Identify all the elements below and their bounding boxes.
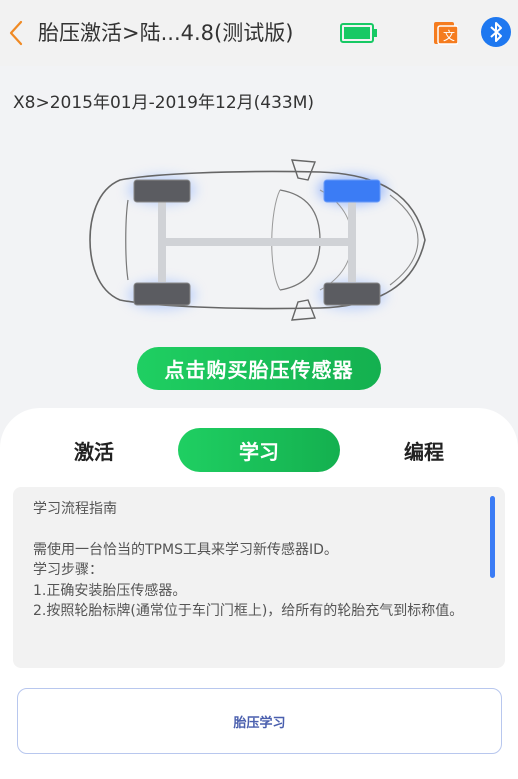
car-diagram [80, 150, 435, 330]
guide-line: 需使用一台恰当的TPMS工具来学习新传感器ID。 [33, 541, 338, 558]
wheel-rear-right [323, 282, 381, 306]
guide-line: 1.正确安装胎压传感器。 [33, 582, 187, 599]
wheel-rear-left [133, 282, 191, 306]
wheel-front-left [133, 179, 191, 203]
guide-line: 2.按照轮胎标牌(通常位于车门门框上)，给所有的轮胎充气到标称值。 [33, 603, 464, 619]
tpms-learn-button[interactable]: 胎压学习 [17, 688, 502, 754]
top-bar: 胎压激活>陆...4.8(测试版) 文 [0, 0, 518, 66]
svg-text:文: 文 [443, 28, 455, 43]
guide-title: 学习流程指南 [33, 501, 117, 517]
vehicle-info: X8>2015年01月-2019年12月(433M) [13, 93, 315, 113]
bluetooth-icon[interactable] [481, 17, 511, 47]
tab-activate[interactable]: 激活 [48, 428, 140, 472]
back-button[interactable] [6, 18, 26, 48]
guide-line: 学习步骤： [33, 562, 103, 578]
learn-guide[interactable]: 学习流程指南 需使用一台恰当的TPMS工具来学习新传感器ID。 学习步骤： 1.… [13, 487, 505, 668]
tab-program[interactable]: 编程 [378, 428, 470, 472]
buy-sensor-button[interactable]: 点击购买胎压传感器 [137, 347, 381, 390]
wheel-front-right [323, 179, 381, 203]
report-icon[interactable]: 文 [432, 20, 459, 46]
page-title: 胎压激活>陆...4.8(测试版) [38, 21, 294, 45]
tab-learn[interactable]: 学习 [178, 428, 340, 472]
chevron-left-icon [9, 20, 23, 46]
battery-icon [340, 23, 378, 43]
guide-scrollbar[interactable] [490, 496, 495, 578]
